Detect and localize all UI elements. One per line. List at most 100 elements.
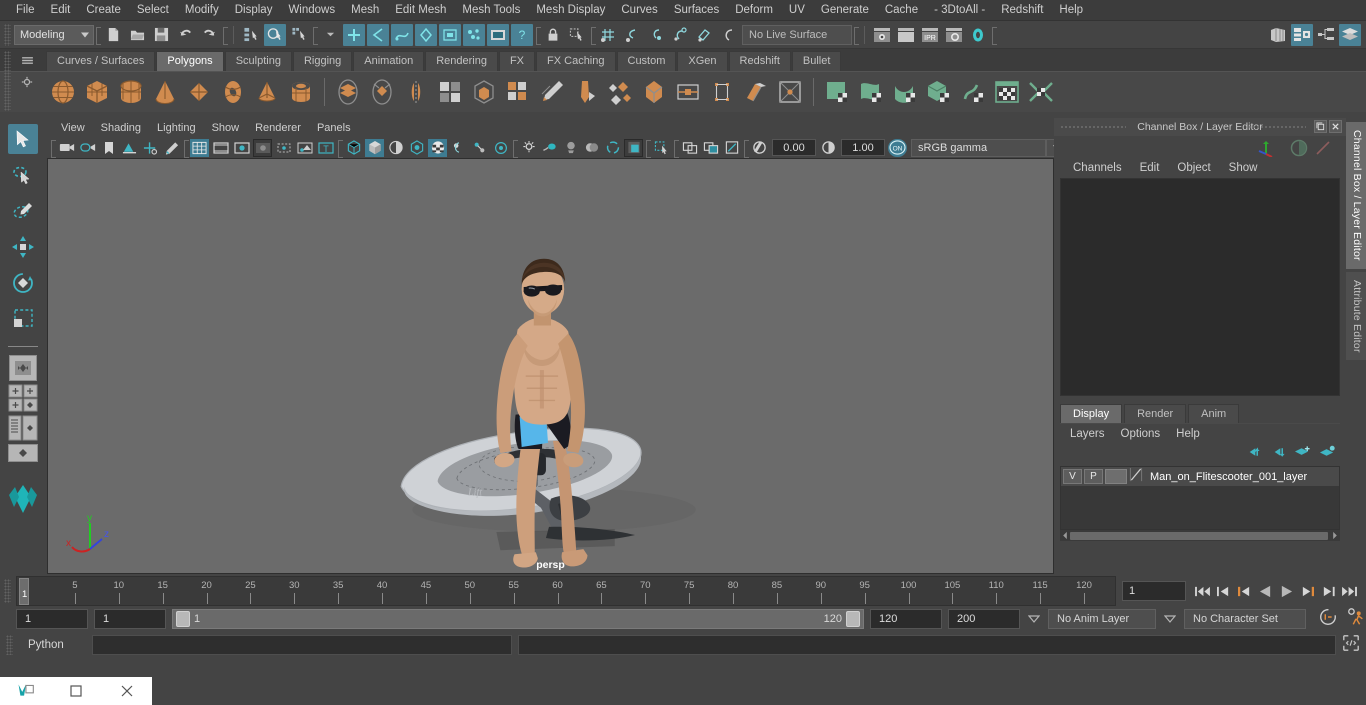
maya-app-icon[interactable]: [0, 677, 51, 705]
booleans-icon[interactable]: [570, 76, 602, 108]
layer-list[interactable]: V P Man_on_Flitescooter_001_layer: [1060, 466, 1340, 530]
misc-mask-icon[interactable]: ?: [511, 23, 533, 46]
quad-draw-icon[interactable]: [638, 76, 670, 108]
restore-window-icon[interactable]: [51, 677, 102, 705]
shelf-tab-rendering[interactable]: Rendering: [425, 51, 498, 71]
shelf-options-icon[interactable]: [16, 73, 38, 91]
axis-gizmo-small-icon[interactable]: [1254, 137, 1280, 157]
toolbar-divider-7[interactable]: [990, 26, 997, 45]
scroll-right-arrow[interactable]: [1331, 527, 1339, 545]
append-polygon-icon[interactable]: [706, 76, 738, 108]
menu-item-create[interactable]: Create: [78, 2, 129, 18]
poly-sphere-icon[interactable]: [47, 76, 79, 108]
close-window-icon[interactable]: [101, 677, 152, 705]
shelf-tab-xgen[interactable]: XGen: [677, 51, 728, 71]
unfold-uv-icon[interactable]: [957, 76, 989, 108]
render-current-frame-icon[interactable]: [871, 24, 893, 46]
menu-item-redshift[interactable]: Redshift: [993, 2, 1051, 18]
select-by-object-icon[interactable]: [264, 23, 286, 46]
layout-single-preset[interactable]: [8, 355, 37, 381]
gamma-field[interactable]: 1.00: [841, 139, 885, 156]
menu-item-file[interactable]: File: [8, 2, 43, 18]
surfaces-mask-icon[interactable]: [391, 23, 413, 46]
shelf-tab-rigging[interactable]: Rigging: [292, 51, 353, 71]
menu-item-select[interactable]: Select: [129, 2, 177, 18]
make-live-icon[interactable]: [717, 24, 739, 46]
new-layer-icon[interactable]: [1294, 445, 1311, 464]
layout-hypershade-preset[interactable]: [7, 444, 38, 462]
reduce-icon[interactable]: [604, 76, 636, 108]
scroll-left-arrow[interactable]: [1061, 527, 1069, 545]
layer-menu-options[interactable]: Options: [1113, 427, 1169, 441]
go-to-end-icon[interactable]: [1340, 581, 1359, 601]
menu-item-uv[interactable]: UV: [781, 2, 813, 18]
go-to-start-icon[interactable]: [1193, 581, 1212, 601]
viewport-menu-show[interactable]: Show: [204, 121, 248, 135]
poly-torus-icon[interactable]: [217, 76, 249, 108]
resolution-gate-icon[interactable]: [232, 139, 251, 157]
anim-layer-field[interactable]: No Anim Layer: [1048, 609, 1156, 629]
offset-edge-loop-icon[interactable]: [774, 76, 806, 108]
use-default-material-icon[interactable]: [428, 138, 447, 157]
panel-grip-right[interactable]: [1248, 125, 1306, 130]
toolbar-divider-6[interactable]: [852, 26, 859, 45]
film-origin-icon[interactable]: [274, 139, 293, 157]
circle-gizmo-icon[interactable]: [1290, 139, 1308, 157]
menu-item-modify[interactable]: Modify: [177, 2, 227, 18]
grid-toggle-icon[interactable]: [190, 138, 209, 157]
grease-pencil-icon[interactable]: [162, 139, 181, 157]
anim-start-field[interactable]: 1: [16, 609, 88, 629]
lock-selection-icon[interactable]: [542, 24, 564, 46]
snap-to-curve-icon[interactable]: [621, 24, 643, 46]
xray-icon[interactable]: [449, 139, 468, 157]
single-perspective-icon[interactable]: [680, 139, 699, 157]
open-hypergraph-icon[interactable]: [1315, 24, 1337, 46]
vp-divider-5[interactable]: [672, 139, 679, 158]
open-scene-icon[interactable]: [126, 24, 148, 46]
vp-divider-0[interactable]: [49, 139, 56, 158]
safe-action-icon[interactable]: [295, 139, 314, 157]
toolbar-divider[interactable]: [94, 26, 101, 45]
poly-cube-icon[interactable]: [81, 76, 113, 108]
bevel-icon[interactable]: [434, 76, 466, 108]
lasso-tool[interactable]: [8, 160, 38, 190]
select-by-hierarchy-icon[interactable]: [240, 24, 262, 46]
layer-list-scrollbar[interactable]: [1060, 530, 1340, 541]
scroll-thumb[interactable]: [1070, 531, 1328, 540]
time-slider[interactable]: 1 5 10 15 20 25 30 35 40 45 50 55 60 65 70 75 80 85 90 95 1…: [16, 576, 1116, 606]
menu-item-deform[interactable]: Deform: [727, 2, 781, 18]
poly-plane-icon[interactable]: [183, 76, 215, 108]
new-scene-icon[interactable]: [102, 24, 124, 46]
viewport-menu-shading[interactable]: Shading: [93, 121, 149, 135]
shaded-wireframe-icon[interactable]: [386, 139, 405, 157]
redo-icon[interactable]: [198, 24, 220, 46]
snap-to-projected-center-icon[interactable]: [669, 24, 691, 46]
viewport-menu-panels[interactable]: Panels: [309, 121, 359, 135]
planar-map-icon[interactable]: [855, 76, 887, 108]
open-attribute-editor-icon[interactable]: [1339, 23, 1361, 46]
shelf-tab-redshift[interactable]: Redshift: [728, 51, 791, 71]
texture-border-icon[interactable]: T: [316, 139, 335, 157]
move-layer-up-icon[interactable]: [1244, 445, 1261, 464]
menu-item-generate[interactable]: Generate: [813, 2, 877, 18]
range-slider-left-handle[interactable]: [176, 611, 190, 627]
layer-editor-tab-display[interactable]: Display: [1060, 404, 1123, 423]
xray-joints-icon[interactable]: [470, 139, 489, 157]
color-management-selector[interactable]: sRGB gamma: [911, 138, 1046, 157]
viewport-menu-renderer[interactable]: Renderer: [247, 121, 309, 135]
shelf-menu-icon[interactable]: [16, 51, 38, 69]
layout-four-preset[interactable]: [8, 384, 38, 412]
command-input[interactable]: [92, 635, 512, 655]
camera-attributes-icon[interactable]: [78, 139, 97, 157]
layer-editor-tab-anim[interactable]: Anim: [1188, 404, 1240, 423]
cylindrical-map-icon[interactable]: [889, 76, 921, 108]
channel-box-content[interactable]: [1060, 178, 1340, 396]
menu-item-surfaces[interactable]: Surfaces: [666, 2, 727, 18]
toolbar-divider-3[interactable]: [311, 26, 318, 45]
shelf-tab-custom[interactable]: Custom: [616, 51, 677, 71]
move-tool[interactable]: [8, 232, 38, 262]
side-tab-attribute-editor[interactable]: Attribute Editor: [1346, 271, 1366, 361]
ipr-render-icon[interactable]: IPR: [919, 24, 941, 46]
menu-item-mesh-display[interactable]: Mesh Display: [528, 2, 613, 18]
layer-name[interactable]: Man_on_Flitescooter_001_layer: [1145, 471, 1307, 483]
